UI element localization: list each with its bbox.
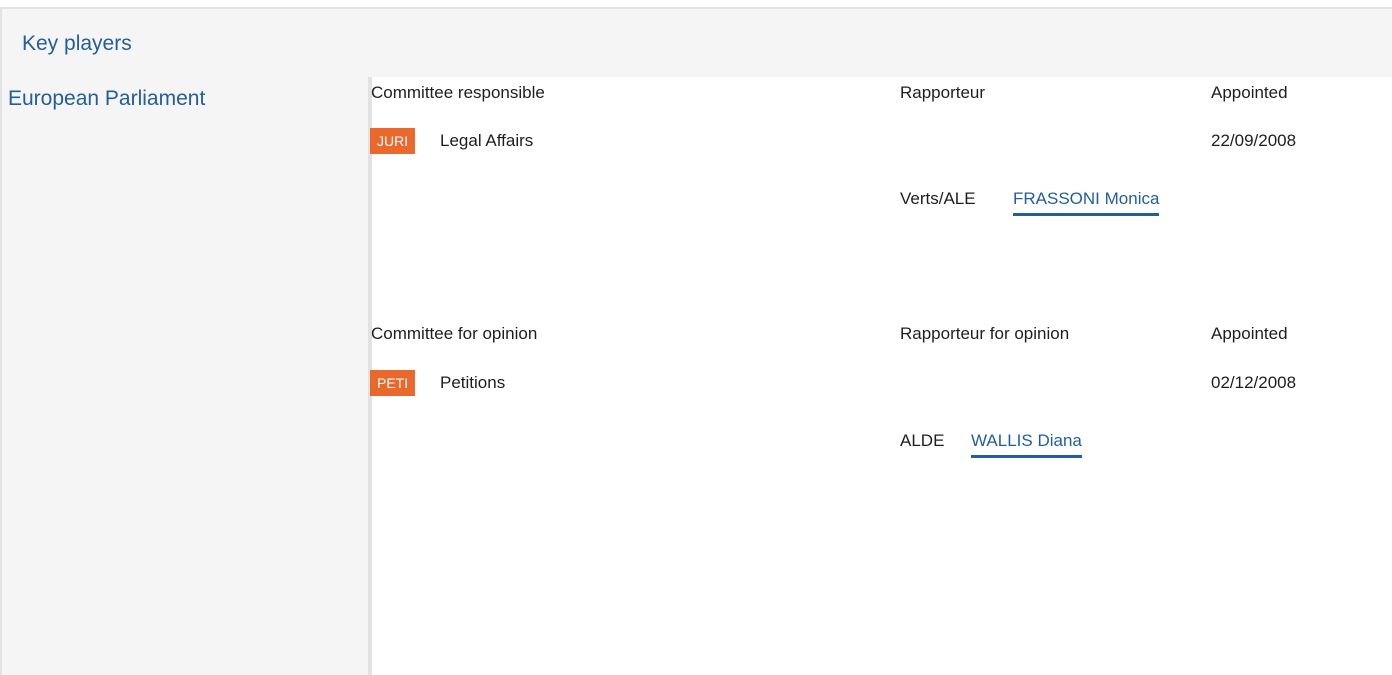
rapporteur-link[interactable]: WALLIS Diana <box>971 431 1082 458</box>
committee-name: Legal Affairs <box>440 131 534 150</box>
rapporteur-link[interactable]: FRASSONI Monica <box>1013 189 1160 216</box>
institution-column: European Parliament <box>2 77 368 675</box>
col-header-rapporteur: Rapporteur <box>900 83 986 102</box>
committee-name: Petitions <box>440 373 506 392</box>
panel-title: Key players <box>22 32 132 55</box>
col-header-appointed-opinion: Appointed <box>1211 324 1288 343</box>
appointed-date: 22/09/2008 <box>1211 131 1297 150</box>
col-header-appointed: Appointed <box>1211 83 1288 102</box>
panel-header: Key players <box>2 9 1392 77</box>
col-header-rapporteur-opinion: Rapporteur for opinion <box>900 324 1070 343</box>
political-group: ALDE <box>900 431 945 450</box>
political-group: Verts/ALE <box>900 189 976 208</box>
committee-code-badge: PETI <box>370 370 416 396</box>
appointed-date: 02/12/2008 <box>1211 373 1297 392</box>
col-header-committee-responsible: Committee responsible <box>371 83 545 102</box>
committee-code-badge: JURI <box>370 128 416 154</box>
col-header-committee-opinion: Committee for opinion <box>371 324 538 343</box>
institution-name: European Parliament <box>8 87 206 110</box>
key-players-panel: Key players European Parliament Committe… <box>0 7 1392 675</box>
